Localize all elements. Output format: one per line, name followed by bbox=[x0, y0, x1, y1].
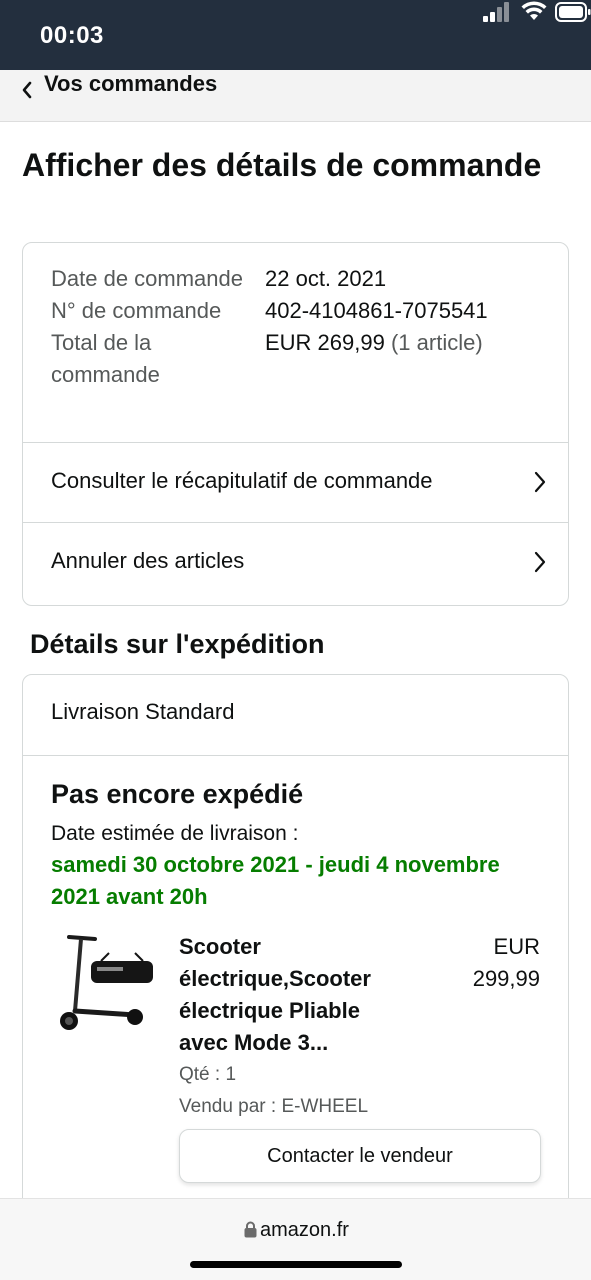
battery-icon bbox=[555, 2, 591, 22]
back-link[interactable]: Vos commandes bbox=[44, 70, 217, 98]
order-total-count: (1 article) bbox=[390, 330, 483, 355]
shipment-card: Livraison Standard Pas encore expédié Da… bbox=[22, 674, 569, 1234]
shipment-section-title: Détails sur l'expédition bbox=[30, 629, 325, 659]
chevron-right-icon bbox=[534, 551, 546, 573]
nav-bar: Vos commandes bbox=[0, 70, 591, 122]
wifi-icon bbox=[521, 1, 547, 20]
product-seller: Vendu par : E-WHEEL bbox=[179, 1096, 369, 1117]
divider bbox=[23, 755, 568, 756]
summary-row-number: N° de commande 402-4104861-7075541 bbox=[51, 295, 551, 327]
order-date-value: 22 oct. 2021 bbox=[265, 266, 387, 291]
home-indicator[interactable] bbox=[190, 1261, 402, 1268]
cancel-items-label: Annuler des articles bbox=[51, 548, 245, 573]
url-label[interactable]: amazon.fr bbox=[260, 1217, 349, 1243]
product-quantity: Qté : 1 bbox=[179, 1064, 237, 1085]
product-image[interactable] bbox=[49, 933, 155, 1043]
signal-icon bbox=[483, 2, 509, 22]
shipment-status: Pas encore expédié bbox=[51, 779, 304, 809]
status-time: 00:03 bbox=[40, 22, 104, 49]
chevron-right-icon bbox=[534, 471, 546, 493]
lock-icon bbox=[244, 1221, 257, 1238]
cancel-items-link[interactable]: Annuler des articles bbox=[23, 522, 568, 602]
summary-row-total: Total de la commande EUR 269,99 (1 artic… bbox=[51, 327, 551, 391]
contact-seller-button[interactable]: Contacter le vendeur bbox=[179, 1129, 541, 1183]
order-total-value: EUR 269,99 (1 article) bbox=[265, 327, 483, 391]
back-chevron-icon[interactable] bbox=[20, 78, 36, 102]
order-number-label: N° de commande bbox=[51, 298, 222, 323]
delivery-estimate-label: Date estimée de livraison : bbox=[51, 822, 299, 845]
shipping-method: Livraison Standard bbox=[51, 699, 235, 724]
product-price: EUR 299,99 bbox=[472, 934, 540, 991]
order-number-value: 402-4104861-7075541 bbox=[265, 298, 488, 323]
order-date-label: Date de commande bbox=[51, 266, 243, 291]
order-total-label: Total de la commande bbox=[51, 330, 160, 387]
page-title: Afficher des détails de commande bbox=[22, 147, 542, 183]
product-title[interactable]: Scooter électrique,Scooter électrique Pl… bbox=[179, 931, 411, 1059]
browser-bottom-bar: amazon.fr bbox=[0, 1198, 591, 1280]
order-summary-grid: Date de commande 22 oct. 2021 N° de comm… bbox=[51, 263, 551, 391]
order-total-amount: EUR 269,99 bbox=[265, 330, 385, 355]
summary-row-date: Date de commande 22 oct. 2021 bbox=[51, 263, 551, 295]
order-summary-card: Date de commande 22 oct. 2021 N° de comm… bbox=[22, 242, 569, 606]
status-bar: 00:03 bbox=[0, 0, 591, 70]
delivery-estimate-dates: samedi 30 octobre 2021 - jeudi 4 novembr… bbox=[51, 852, 500, 909]
view-order-summary-link[interactable]: Consulter le récapitulatif de commande bbox=[23, 442, 568, 522]
view-order-summary-label: Consulter le récapitulatif de commande bbox=[51, 468, 433, 493]
